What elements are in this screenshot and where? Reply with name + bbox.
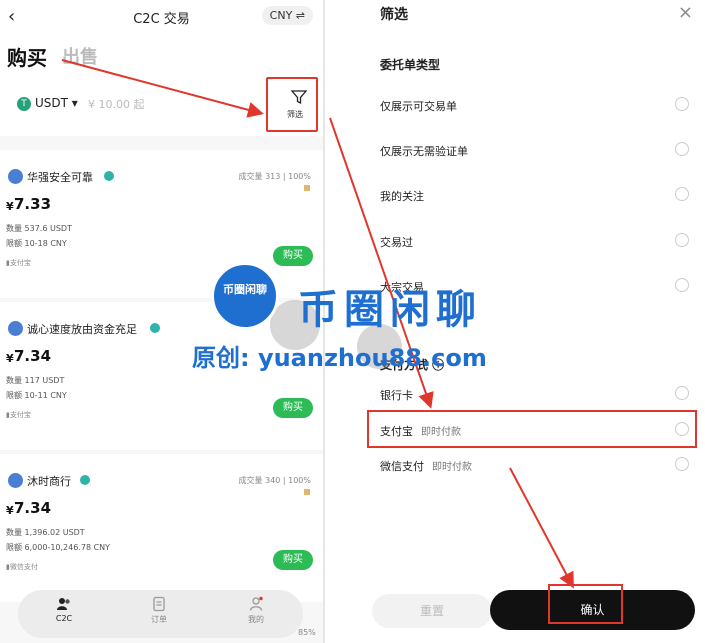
arrow-to-confirm bbox=[509, 467, 574, 589]
arrow-to-filter bbox=[61, 59, 264, 118]
watermark-badge: 币圈闲聊 bbox=[211, 262, 279, 330]
watermark-source: 原创: yuanzhou88.com bbox=[192, 344, 487, 372]
watermark-text: 币圈闲聊 bbox=[298, 287, 482, 333]
